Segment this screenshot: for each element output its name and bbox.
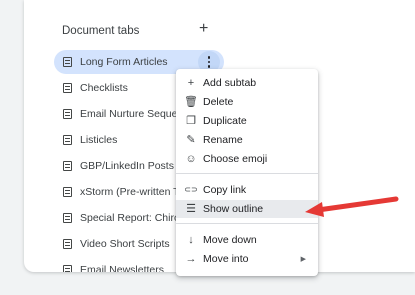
annotation-arrow-head — [305, 202, 324, 217]
annotation-arrow — [305, 196, 399, 217]
annotation-arrow-shaft — [315, 196, 399, 213]
